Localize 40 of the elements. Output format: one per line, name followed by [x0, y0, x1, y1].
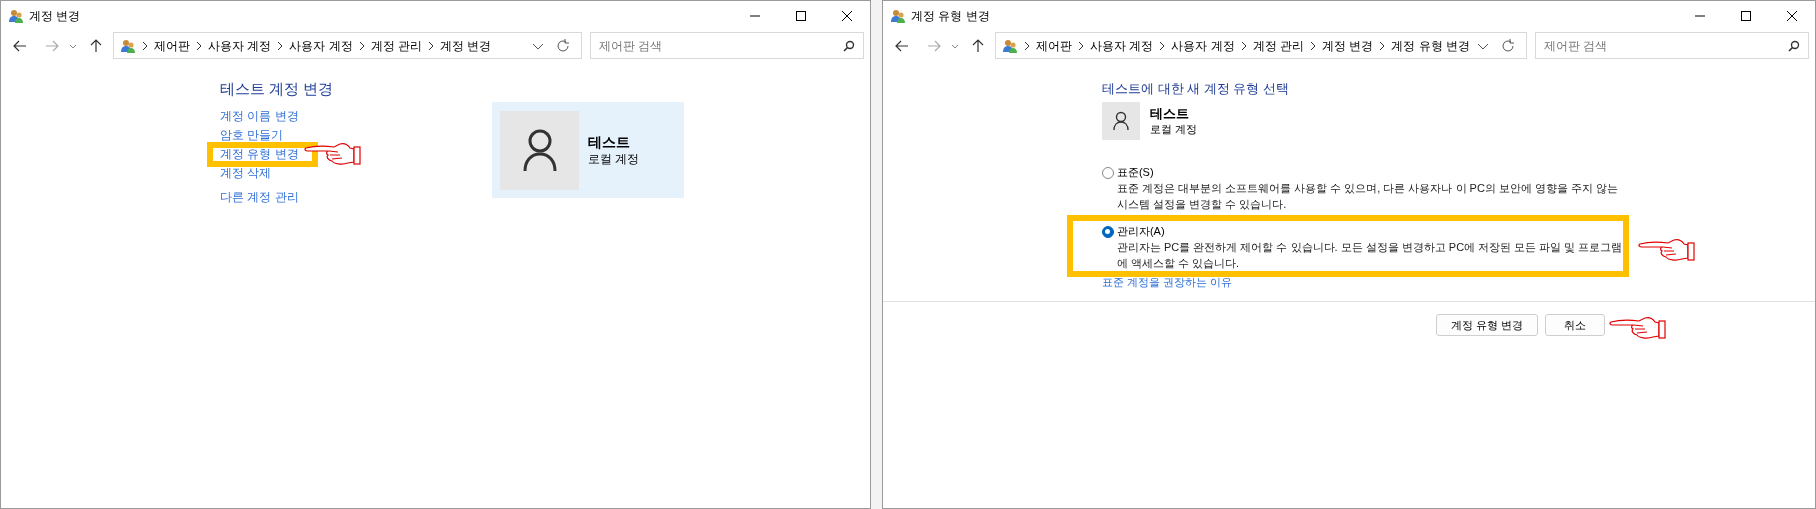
- search-field[interactable]: 제어판 검색: [589, 32, 864, 59]
- search-input[interactable]: 제어판 검색: [1544, 36, 1788, 55]
- button[interactable]: 취소: [1545, 314, 1605, 337]
- account-type: 로컬 계정: [1149, 121, 1197, 137]
- link[interactable]: 계정 삭제: [220, 164, 272, 183]
- window-title: 계정 변경: [29, 8, 81, 25]
- account-name: 테스트: [1149, 105, 1190, 122]
- button[interactable]: 계정 유형 변경: [1435, 314, 1538, 337]
- breadcrumb-item[interactable]: 계정 관리: [1252, 36, 1304, 55]
- account-card[interactable]: 테스트 로컬 계정: [492, 102, 684, 198]
- link[interactable]: 계정 유형 변경: [220, 145, 299, 164]
- option-description: 표준 계정은 대부분의 소프트웨어를 사용할 수 있으며, 다른 사용자나 이 PC의 보안에 영향을 주지 않는: [1116, 181, 1619, 196]
- breadcrumb-item[interactable]: 사용자 계정: [1089, 36, 1154, 55]
- option-description: 시스템 설정을 변경할 수 있습니다.: [1116, 197, 1287, 212]
- breadcrumb-item[interactable]: 계정 유형 변경: [1391, 36, 1470, 55]
- breadcrumb-item[interactable]: 제어판: [154, 36, 190, 55]
- option-description: 관리자는 PC를 완전하게 제어할 수 있습니다. 모든 설정을 변경하고 PC에 저장된 모든 파일 및 프로그램: [1116, 240, 1623, 255]
- account-type: 로컬 계정: [588, 151, 640, 167]
- breadcrumb-item[interactable]: 계정 관리: [370, 36, 423, 55]
- address-bar[interactable]: 제어판 사용자 계정 사용자 계정 계정 관리 계정 변경: [113, 32, 582, 59]
- search-input[interactable]: 제어판 검색: [598, 36, 843, 55]
- breadcrumb-item[interactable]: 사용자 계정: [289, 36, 353, 55]
- option-label[interactable]: 관리자(A): [1116, 224, 1165, 239]
- link[interactable]: 다른 계정 관리: [220, 188, 299, 207]
- breadcrumb-item[interactable]: 제어판: [1035, 36, 1072, 55]
- page-heading: 테스트에 대한 새 계정 유형 선택: [1101, 80, 1290, 98]
- option-description: 에 액세스할 수 있습니다.: [1116, 256, 1240, 271]
- link[interactable]: 표준 계정을 권장하는 이유: [1101, 275, 1233, 290]
- link[interactable]: 암호 만들기: [220, 126, 284, 145]
- breadcrumb-item[interactable]: 계정 변경: [1322, 36, 1374, 55]
- search-field[interactable]: 제어판 검색: [1535, 32, 1809, 59]
- option-label[interactable]: 표준(S): [1116, 165, 1154, 180]
- account-name: 테스트: [588, 133, 631, 151]
- breadcrumb-item[interactable]: 사용자 계정: [208, 36, 272, 55]
- breadcrumb-item[interactable]: 계정 변경: [440, 36, 492, 55]
- page-heading: 테스트 계정 변경: [220, 79, 335, 99]
- link[interactable]: 계정 이름 변경: [220, 107, 299, 126]
- window-title: 계정 유형 변경: [910, 8, 990, 25]
- address-bar[interactable]: 제어판 사용자 계정 사용자 계정 계정 관리 계정 변경 계정 유형 변경: [994, 32, 1527, 59]
- breadcrumb-item[interactable]: 사용자 계정: [1171, 36, 1235, 55]
